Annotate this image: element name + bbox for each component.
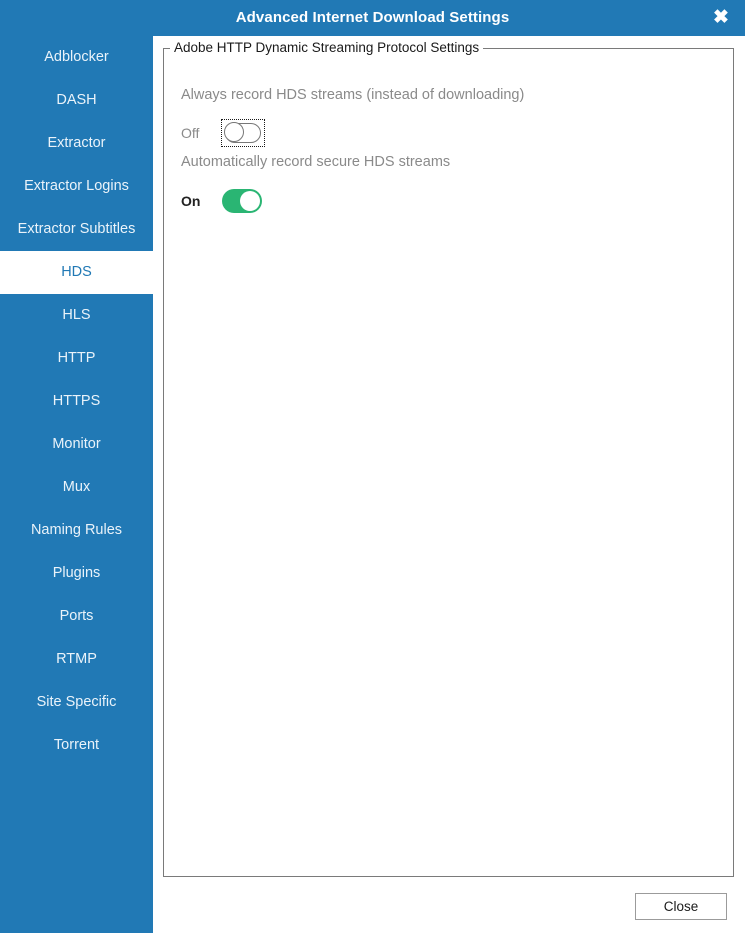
sidebar-item-label: Extractor (47, 135, 106, 151)
sidebar-item-ports[interactable]: Ports (0, 595, 153, 638)
title-bar: Advanced Internet Download Settings ✖ (0, 0, 745, 36)
auto-record-secure-hds-toggle[interactable] (222, 188, 266, 214)
sidebar-item-label: DASH (56, 92, 97, 108)
content-panel: Adobe HTTP Dynamic Streaming Protocol Se… (153, 36, 745, 933)
sidebar-item-mux[interactable]: Mux (0, 466, 153, 509)
sidebar-item-label: Ports (59, 608, 94, 624)
sidebar-item-label: Monitor (52, 436, 101, 452)
hds-settings-groupbox: Adobe HTTP Dynamic Streaming Protocol Se… (163, 40, 734, 877)
sidebar-item-naming-rules[interactable]: Naming Rules (0, 509, 153, 552)
toggle-knob (240, 191, 260, 211)
sidebar-item-label: Plugins (52, 565, 101, 581)
groupbox-title: Adobe HTTP Dynamic Streaming Protocol Se… (170, 40, 484, 55)
toggle-knob (224, 122, 245, 143)
sidebar-item-label: Extractor Logins (24, 178, 129, 194)
auto-record-secure-hds-row: On (181, 188, 266, 214)
auto-record-secure-hds-state-label: On (181, 193, 201, 209)
sidebar-item-https[interactable]: HTTPS (0, 380, 153, 423)
sidebar-item-label: Naming Rules (30, 522, 123, 538)
always-record-hds-label: Always record HDS streams (instead of do… (181, 87, 525, 103)
always-record-hds-state-label: Off (181, 125, 200, 141)
sidebar: Adblocker DASH Extractor Extractor Login… (0, 36, 153, 933)
always-record-hds-row: Off (181, 119, 265, 147)
sidebar-item-label: Adblocker (44, 49, 109, 65)
sidebar-item-hds[interactable]: HDS (0, 251, 153, 294)
sidebar-item-http[interactable]: HTTP (0, 337, 153, 380)
auto-record-secure-hds-label: Automatically record secure HDS streams (181, 154, 451, 170)
sidebar-item-site-specific[interactable]: Site Specific (0, 681, 153, 724)
window-title: Advanced Internet Download Settings (235, 9, 510, 26)
sidebar-item-extractor[interactable]: Extractor (0, 122, 153, 165)
sidebar-item-adblocker[interactable]: Adblocker (0, 36, 153, 79)
sidebar-item-label: RTMP (56, 651, 97, 667)
sidebar-item-label: Extractor Subtitles (17, 221, 136, 237)
sidebar-item-dash[interactable]: DASH (0, 79, 153, 122)
toggle-track (224, 122, 261, 143)
sidebar-item-extractor-subtitles[interactable]: Extractor Subtitles (0, 208, 153, 251)
sidebar-item-monitor[interactable]: Monitor (0, 423, 153, 466)
settings-dialog: Advanced Internet Download Settings ✖ Ad… (0, 0, 745, 933)
sidebar-item-extractor-logins[interactable]: Extractor Logins (0, 165, 153, 208)
sidebar-item-rtmp[interactable]: RTMP (0, 638, 153, 681)
sidebar-item-plugins[interactable]: Plugins (0, 552, 153, 595)
always-record-hds-toggle[interactable] (221, 119, 265, 147)
sidebar-item-label: HTTP (57, 350, 96, 366)
sidebar-item-hls[interactable]: HLS (0, 294, 153, 337)
sidebar-item-torrent[interactable]: Torrent (0, 724, 153, 767)
close-button[interactable]: Close (635, 893, 727, 920)
close-icon[interactable]: ✖ (707, 4, 735, 32)
sidebar-item-label: HDS (61, 264, 92, 280)
sidebar-item-label: Torrent (53, 737, 100, 753)
toggle-track (222, 189, 262, 213)
sidebar-item-label: Site Specific (36, 694, 117, 710)
sidebar-item-label: HTTPS (52, 393, 101, 409)
sidebar-item-label: Mux (62, 479, 91, 495)
sidebar-item-label: HLS (62, 307, 91, 323)
